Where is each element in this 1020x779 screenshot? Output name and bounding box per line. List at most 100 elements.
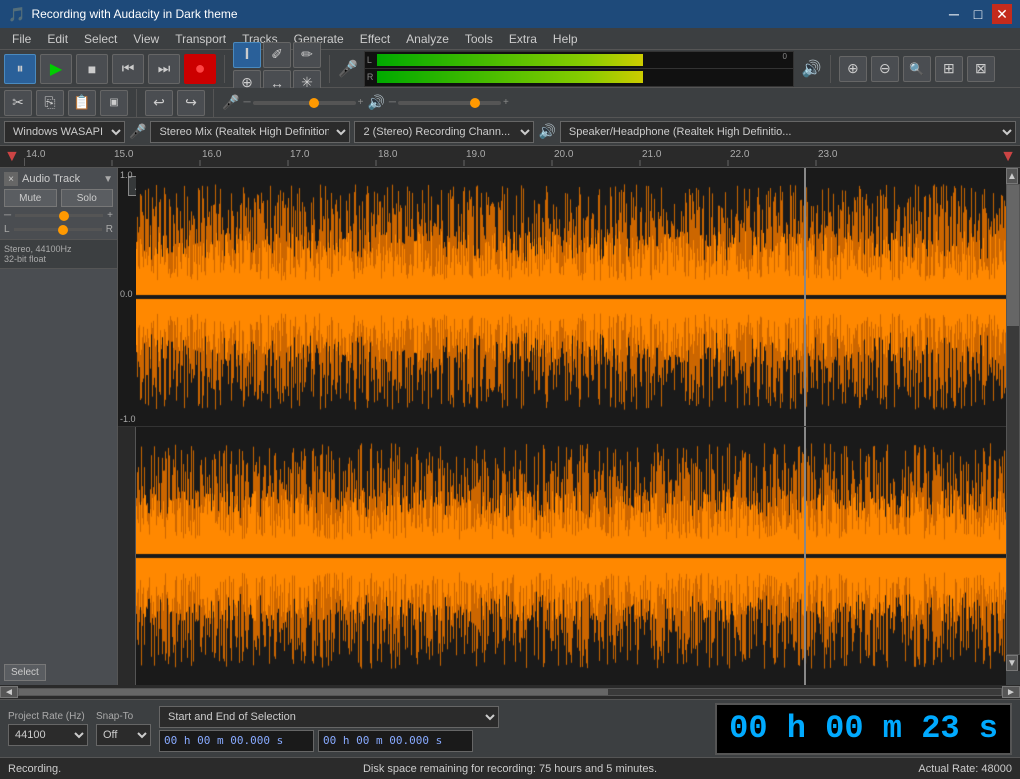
scale-mid: 0.0 [120, 289, 133, 299]
svg-text:14.0: 14.0 [26, 149, 46, 160]
track-select-area: Select [0, 268, 117, 685]
input-vol-icon: 🎤 [222, 94, 239, 111]
waveform-channel-left: Audio Track 1.0 0.0 -1.0 1.0 0.5 0.0 -0.… [118, 168, 1006, 427]
solo-button[interactable]: Solo [61, 189, 114, 207]
stop-button[interactable]: ■ [76, 54, 108, 84]
app-icon: 🎵 [8, 6, 25, 23]
mute-button[interactable]: Mute [4, 189, 57, 207]
vol-minus: ─ [4, 210, 11, 221]
play-button[interactable]: ▶ [40, 54, 72, 84]
timer-value: 00 h 00 m 23 s [729, 710, 998, 747]
scroll-down-button[interactable]: ▼ [1006, 655, 1018, 671]
menu-file[interactable]: File [4, 30, 39, 48]
scale-top: 1.0 [120, 170, 133, 180]
tools-row-1: I ✐ ✏ [233, 42, 321, 68]
svg-text:15.0: 15.0 [114, 149, 134, 160]
draw-tool[interactable]: ✏ [293, 42, 321, 68]
toolbar-separator-2 [329, 55, 330, 83]
waveform-scale-bot [118, 427, 136, 685]
skip-end-button[interactable]: ⏭ [148, 54, 180, 84]
track-collapse-icon[interactable]: ▼ [103, 174, 113, 185]
paste-button[interactable]: 📋 [68, 90, 96, 116]
scroll-right-button[interactable]: ► [1002, 686, 1020, 698]
close-button[interactable]: ✕ [992, 4, 1012, 24]
redo-button[interactable]: ↪ [177, 90, 205, 116]
speaker-device-icon: 🔊 [538, 123, 555, 140]
menu-view[interactable]: View [125, 30, 167, 48]
scale-bot: -1.0 [120, 414, 136, 424]
timer-display: 00 h 00 m 23 s [715, 703, 1012, 755]
svg-text:18.0: 18.0 [378, 149, 398, 160]
menu-analyze[interactable]: Analyze [398, 30, 457, 48]
scroll-up-button[interactable]: ▲ [1006, 168, 1018, 184]
selection-mode-select[interactable]: Start and End of Selection [159, 706, 499, 728]
zoom-out-button[interactable]: ⊖ [871, 56, 899, 82]
menu-select[interactable]: Select [76, 30, 125, 48]
playhead-line-bot [804, 427, 806, 685]
select-button[interactable]: Select [4, 664, 46, 681]
maximize-button[interactable]: □ [968, 4, 988, 24]
volume-slider[interactable] [15, 214, 103, 217]
bottom-toolbar: Project Rate (Hz) 44100 Snap-To Off Star… [0, 699, 1020, 757]
window-title: Recording with Audacity in Dark theme [31, 7, 944, 21]
zoom-selection-button[interactable]: 🔍 [903, 56, 931, 82]
edit-sep2 [213, 89, 214, 117]
svg-text:17.0: 17.0 [290, 149, 310, 160]
envelope-tool[interactable]: ✐ [263, 42, 291, 68]
track-header: × Audio Track ▼ Mute Solo ─ + L [0, 168, 117, 240]
svg-text:23.0: 23.0 [818, 149, 838, 160]
snap-to-section: Snap-To Off [96, 711, 151, 746]
undo-button[interactable]: ↩ [145, 90, 173, 116]
hscroll-track [18, 688, 1002, 696]
track-close-button[interactable]: × [4, 172, 18, 186]
copy-button[interactable]: ⎘ [36, 90, 64, 116]
input-device-select[interactable]: Stereo Mix (Realtek High Definition Audi… [150, 121, 350, 143]
zoom-in-button[interactable]: ⊕ [839, 56, 867, 82]
zoom-toggle-button[interactable]: ⊠ [967, 56, 995, 82]
menu-extra[interactable]: Extra [501, 30, 545, 48]
host-select[interactable]: Windows WASAPI [4, 121, 125, 143]
scroll-track [1006, 184, 1020, 655]
trim-button[interactable]: ▣ [100, 90, 128, 116]
scroll-left-button[interactable]: ◄ [0, 686, 18, 698]
device-toolbar: Windows WASAPI 🎤 Stereo Mix (Realtek Hig… [0, 118, 1020, 146]
edit-sep [136, 89, 137, 117]
svg-text:21.0: 21.0 [642, 149, 662, 160]
menu-edit[interactable]: Edit [39, 30, 76, 48]
pause-button[interactable]: ⏸ [4, 54, 36, 84]
menu-help[interactable]: Help [545, 30, 586, 48]
mic-icon: 🎤 [338, 59, 358, 79]
selection-start-field[interactable] [159, 730, 314, 752]
menu-effect[interactable]: Effect [352, 30, 398, 48]
snap-to-select[interactable]: Off [96, 724, 151, 746]
menu-transport[interactable]: Transport [167, 30, 234, 48]
ruler-marker-left: ▼ [4, 148, 20, 166]
channels-select[interactable]: 2 (Stereo) Recording Chann... [354, 121, 534, 143]
vertical-scrollbar[interactable]: ▲ ▼ [1006, 168, 1020, 671]
svg-text:19.0: 19.0 [466, 149, 486, 160]
status-disk-space: Disk space remaining for recording: 75 h… [259, 763, 761, 775]
minimize-button[interactable]: ─ [944, 4, 964, 24]
waveform-area: Audio Track 1.0 0.0 -1.0 1.0 0.5 0.0 -0.… [118, 168, 1006, 685]
zoom-fit-button[interactable]: ⊞ [935, 56, 963, 82]
svg-text:16.0: 16.0 [202, 149, 222, 160]
pan-right: R [106, 224, 113, 235]
speaker-icon: 🔊 [802, 59, 822, 79]
snap-to-label: Snap-To [96, 711, 151, 722]
record-button[interactable]: ● [184, 54, 216, 84]
svg-text:22.0: 22.0 [730, 149, 750, 160]
skip-start-button[interactable]: ⏮ [112, 54, 144, 84]
selection-area: Start and End of Selection [159, 706, 707, 752]
project-rate-select[interactable]: 44100 [8, 724, 88, 746]
menu-tools[interactable]: Tools [457, 30, 501, 48]
title-bar: 🎵 Recording with Audacity in Dark theme … [0, 0, 1020, 28]
selection-end-field[interactable] [318, 730, 473, 752]
cut-button[interactable]: ✂ [4, 90, 32, 116]
horizontal-scrollbar[interactable]: ◄ ► [0, 685, 1020, 699]
vol-plus: + [107, 210, 113, 221]
waveform-canvas-bot [136, 427, 1006, 685]
select-tool[interactable]: I [233, 42, 261, 68]
vu-meters: L 0 R [364, 51, 794, 87]
output-device-select[interactable]: Speaker/Headphone (Realtek High Definiti… [560, 121, 1016, 143]
pan-slider[interactable] [14, 228, 102, 231]
